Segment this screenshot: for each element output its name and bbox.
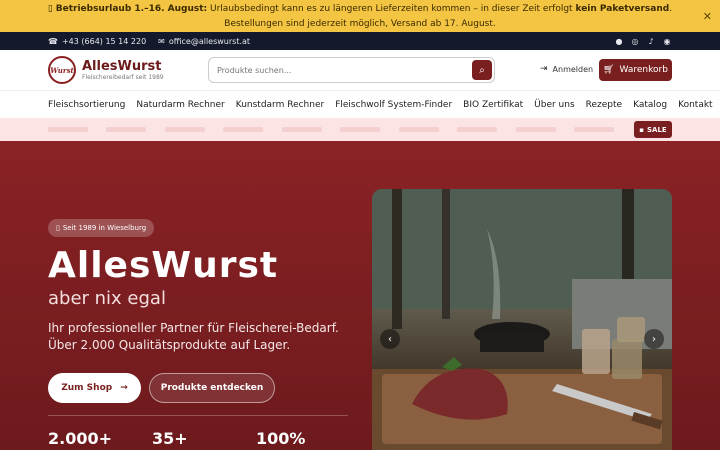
main-nav: Fleischsortierung Naturdarm Rechner Kuns…	[0, 91, 720, 118]
hero-divider	[48, 415, 348, 416]
hero-image-scene	[372, 189, 672, 450]
hero-subtitle: aber nix egal	[48, 288, 166, 309]
notice-bold-lead: Betriebsurlaub 1.–16. August:	[55, 4, 208, 14]
contact-bar: ☎ +43 (664) 15 14 220 ✉ office@alleswurs…	[0, 32, 720, 50]
carousel-prev-button[interactable]: ‹	[380, 329, 400, 349]
hero-title: AllesWurst	[48, 245, 279, 286]
notice-bold-mid: kein Paketversand	[575, 4, 670, 14]
category-placeholder[interactable]	[340, 127, 380, 132]
nav-item-bio-zertifikat[interactable]: BIO Zertifikat	[463, 100, 523, 110]
email-address: office@alleswurst.at	[168, 36, 251, 46]
category-placeholder[interactable]	[48, 127, 88, 132]
category-placeholder[interactable]	[516, 127, 556, 132]
logo-badge: Wurst	[48, 56, 76, 84]
login-button[interactable]: ⇥ Anmelden	[540, 64, 593, 74]
shop-button-label: Zum Shop	[61, 383, 113, 393]
phone-link[interactable]: ☎ +43 (664) 15 14 220	[48, 37, 146, 46]
category-placeholder[interactable]	[457, 127, 497, 132]
category-placeholder[interactable]	[165, 127, 205, 132]
hero-image: ‹ ›	[372, 189, 672, 450]
notice-bar: ▯ Betriebsurlaub 1.–16. August: Urlaubsb…	[0, 0, 720, 32]
shop-button[interactable]: Zum Shop →	[48, 373, 141, 403]
notice-text-1: Urlaubsbedingt kann es zu längeren Liefe…	[207, 4, 576, 14]
phone-icon: ☎	[48, 36, 58, 46]
category-placeholder[interactable]	[399, 127, 439, 132]
category-placeholder[interactable]	[574, 127, 614, 132]
carousel-next-button[interactable]: ›	[644, 329, 664, 349]
stat-years: 35+	[152, 429, 188, 448]
tiktok-icon[interactable]: ♪	[646, 36, 656, 46]
chevron-left-icon: ‹	[388, 333, 392, 345]
search-input[interactable]	[217, 65, 457, 75]
cart-button[interactable]: 🛒︎ Warenkorb	[599, 59, 672, 81]
cart-label: Warenkorb	[619, 65, 668, 75]
stat-quality: 100%	[256, 429, 306, 448]
tag-icon: ▪	[639, 125, 645, 134]
logo-tagline: Fleischereibedarf seit 1989	[82, 73, 164, 81]
sale-label: SALE	[647, 125, 667, 134]
close-icon[interactable]: ✕	[703, 9, 712, 24]
cart-icon: 🛒︎	[603, 65, 615, 75]
sale-button[interactable]: ▪ SALE	[634, 121, 672, 138]
email-link[interactable]: ✉ office@alleswurst.at	[158, 37, 250, 46]
category-strip: ▪ SALE	[0, 118, 720, 141]
discover-products-button[interactable]: Produkte entdecken	[149, 373, 275, 403]
stat-products: 2.000+	[48, 429, 113, 448]
search-button[interactable]: ⌕	[472, 60, 492, 80]
login-label: Anmelden	[552, 64, 594, 74]
nav-item-kunstdarm-rechner[interactable]: Kunstdarm Rechner	[236, 100, 324, 110]
whatsapp-icon[interactable]: ◉	[662, 36, 672, 46]
instagram-icon[interactable]: ◎	[630, 36, 640, 46]
nav-item-ueber-uns[interactable]: Über uns	[534, 100, 575, 110]
hero-section: ▯ Seit 1989 in Wieselburg AllesWurst abe…	[0, 141, 720, 450]
nav-item-fleischsortierung[interactable]: Fleischsortierung	[48, 100, 125, 110]
search-bar: ⌕	[208, 57, 495, 83]
login-icon: ⇥	[540, 64, 548, 74]
chevron-right-icon: ›	[652, 333, 656, 345]
nav-item-fleischwolf-system-finder[interactable]: Fleischwolf System-Finder	[335, 100, 452, 110]
nav-item-naturdarm-rechner[interactable]: Naturdarm Rechner	[136, 100, 224, 110]
arrow-right-icon: →	[120, 383, 128, 393]
facebook-icon[interactable]: ●	[614, 36, 624, 46]
hero-badge: ▯ Seit 1989 in Wieselburg	[48, 219, 155, 237]
category-placeholder[interactable]	[282, 127, 322, 132]
discover-products-label: Produkte entdecken	[160, 383, 264, 393]
mail-icon: ✉	[158, 36, 165, 46]
logo-name: AllesWurst	[82, 58, 162, 74]
location-icon: ▯	[56, 224, 60, 232]
phone-number: +43 (664) 15 14 220	[61, 36, 147, 46]
search-icon: ⌕	[479, 64, 485, 76]
site-header: Wurst AllesWurst Fleischereibedarf seit …	[0, 50, 720, 91]
nav-item-rezepte[interactable]: Rezepte	[586, 100, 622, 110]
logo[interactable]: Wurst AllesWurst Fleischereibedarf seit …	[48, 56, 164, 84]
hero-description: Ihr professioneller Partner für Fleische…	[48, 321, 339, 352]
nav-item-katalog[interactable]: Katalog	[633, 100, 667, 110]
notice-icon: ▯	[47, 4, 53, 14]
nav-item-kontakt[interactable]: Kontakt	[678, 100, 712, 110]
hero-badge-text: Seit 1989 in Wieselburg	[62, 224, 147, 232]
category-placeholder[interactable]	[223, 127, 263, 132]
category-placeholder[interactable]	[106, 127, 146, 132]
social-links: ● ◎ ♪ ◉	[614, 36, 672, 46]
